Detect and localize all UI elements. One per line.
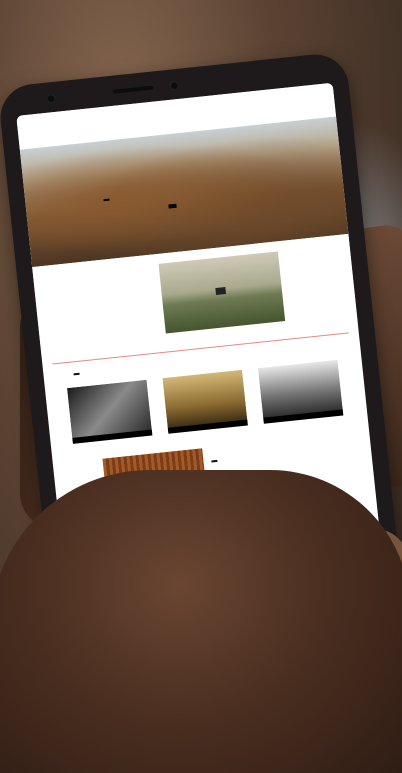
play-icon[interactable] <box>215 287 227 296</box>
sensor-icon <box>169 80 180 91</box>
hero-button[interactable] <box>168 203 177 209</box>
video-thumbnail[interactable] <box>158 251 286 334</box>
agenda-item <box>210 439 309 449</box>
exhibition-card[interactable] <box>162 369 249 436</box>
agenda-button[interactable] <box>211 459 218 463</box>
exhibitions-heading <box>73 372 80 376</box>
holding-hand <box>0 470 402 773</box>
website-logo <box>25 121 47 143</box>
about-text <box>66 300 122 306</box>
photo-background <box>0 0 402 773</box>
hero-title <box>103 198 110 202</box>
exhibition-card[interactable] <box>257 359 344 426</box>
agenda-item <box>210 439 309 449</box>
agenda-item <box>210 439 309 449</box>
agenda-item <box>210 439 309 449</box>
website-menu <box>78 117 154 126</box>
exhibition-card[interactable] <box>66 379 153 446</box>
earpiece-speaker <box>113 85 154 94</box>
front-camera-icon <box>46 93 57 104</box>
